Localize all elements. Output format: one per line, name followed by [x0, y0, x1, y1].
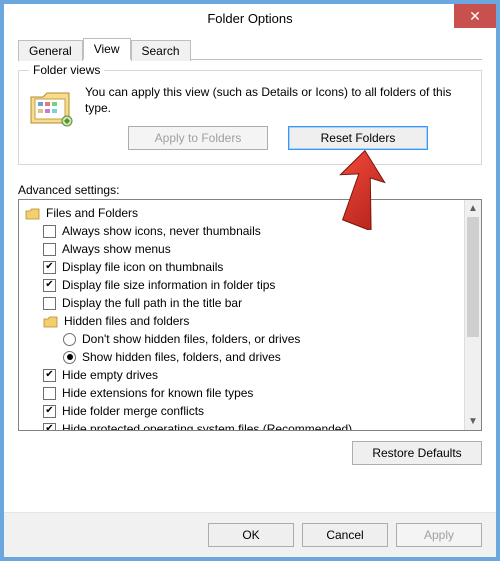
scroll-track[interactable]: [465, 217, 481, 413]
scroll-up-icon[interactable]: ▲: [465, 200, 481, 217]
folder-views-icon: [29, 87, 75, 129]
folder-icon: [43, 315, 58, 328]
apply-to-folders-button: Apply to Folders: [128, 126, 268, 150]
checkbox-size-tips[interactable]: [43, 279, 56, 292]
tab-view[interactable]: View: [83, 38, 131, 60]
checkbox-hide-protected[interactable]: [43, 423, 56, 431]
advanced-settings-tree[interactable]: Files and Folders Always show icons, nev…: [19, 200, 464, 430]
tree-hidden-group: Hidden files and folders: [64, 312, 189, 330]
opt-hide-protected[interactable]: Hide protected operating system files (R…: [62, 420, 352, 430]
opt-hide-ext[interactable]: Hide extensions for known file types: [62, 384, 253, 402]
close-icon: ✕: [469, 8, 481, 25]
opt-dont-show-hidden[interactable]: Don't show hidden files, folders, or dri…: [82, 330, 300, 348]
opt-always-icons[interactable]: Always show icons, never thumbnails: [62, 222, 261, 240]
opt-size-tips[interactable]: Display file size information in folder …: [62, 276, 275, 294]
opt-always-menus[interactable]: Always show menus: [62, 240, 171, 258]
folder-views-text: You can apply this view (such as Details…: [85, 85, 471, 116]
opt-full-path[interactable]: Display the full path in the title bar: [62, 294, 242, 312]
close-button[interactable]: ✕: [454, 4, 496, 28]
reset-folders-button[interactable]: Reset Folders: [288, 126, 428, 150]
tree-root: Files and Folders: [46, 204, 138, 222]
checkbox-hide-empty[interactable]: [43, 369, 56, 382]
checkbox-always-menus[interactable]: [43, 243, 56, 256]
checkbox-hide-ext[interactable]: [43, 387, 56, 400]
folder-icon: [25, 207, 40, 220]
tab-general[interactable]: General: [18, 40, 83, 61]
scrollbar[interactable]: ▲ ▼: [464, 200, 481, 430]
folder-views-group: Folder views You can apply this view (su…: [18, 70, 482, 165]
restore-defaults-button[interactable]: Restore Defaults: [352, 441, 482, 465]
ok-button[interactable]: OK: [208, 523, 294, 547]
radio-show-hidden[interactable]: [63, 351, 76, 364]
opt-show-hidden[interactable]: Show hidden files, folders, and drives: [82, 348, 281, 366]
scroll-down-icon[interactable]: ▼: [465, 413, 481, 430]
checkbox-hide-merge[interactable]: [43, 405, 56, 418]
window-title: Folder Options: [207, 11, 292, 26]
scroll-thumb[interactable]: [467, 217, 479, 337]
dialog-footer: OK Cancel Apply: [4, 512, 496, 557]
advanced-settings-label: Advanced settings:: [18, 183, 482, 197]
opt-icon-on-thumb[interactable]: Display file icon on thumbnails: [62, 258, 223, 276]
tab-search[interactable]: Search: [131, 40, 191, 61]
checkbox-full-path[interactable]: [43, 297, 56, 310]
apply-button: Apply: [396, 523, 482, 547]
folder-views-legend: Folder views: [29, 63, 104, 77]
tab-row: General View Search: [18, 36, 482, 60]
opt-hide-merge[interactable]: Hide folder merge conflicts: [62, 402, 204, 420]
checkbox-icon-on-thumb[interactable]: [43, 261, 56, 274]
checkbox-always-icons[interactable]: [43, 225, 56, 238]
advanced-settings-list: Files and Folders Always show icons, nev…: [18, 199, 482, 431]
radio-dont-show-hidden[interactable]: [63, 333, 76, 346]
opt-hide-empty[interactable]: Hide empty drives: [62, 366, 158, 384]
cancel-button[interactable]: Cancel: [302, 523, 388, 547]
